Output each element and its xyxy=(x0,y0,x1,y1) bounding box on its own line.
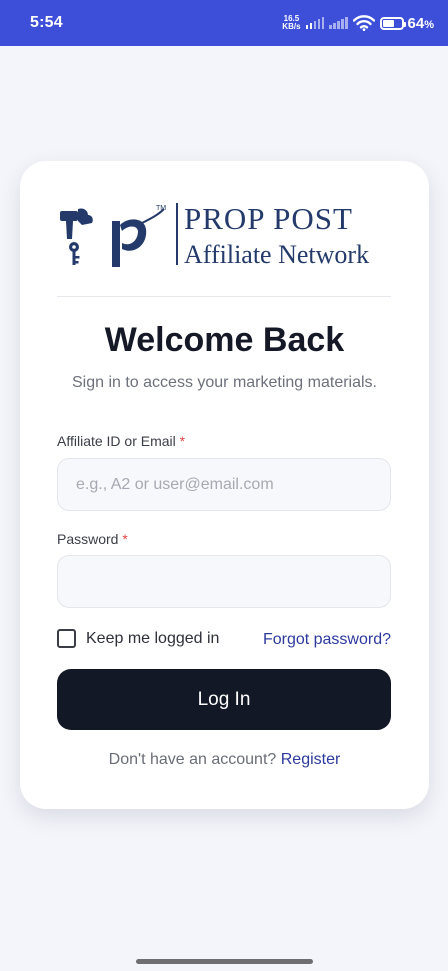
network-speed: 16.5 KB/s xyxy=(282,15,300,31)
password-input[interactable] xyxy=(57,555,391,608)
register-prompt: Don't have an account? xyxy=(108,751,277,768)
status-time: 5:54 xyxy=(30,14,63,31)
register-link[interactable]: Register xyxy=(281,751,341,768)
signal-2-icon xyxy=(329,17,348,29)
status-bar: 5:54 16.5 KB/s 64% xyxy=(0,0,448,46)
status-icons: 16.5 KB/s 64% xyxy=(282,15,434,32)
battery-percent: 64% xyxy=(407,14,434,32)
network-speed-unit: KB/s xyxy=(282,22,301,31)
wifi-icon xyxy=(352,15,375,31)
password-label: Password * xyxy=(57,531,128,547)
prop-post-logo: TM PROP POST Affiliate Network xyxy=(60,201,369,269)
remember-me-label[interactable]: Keep me logged in xyxy=(86,630,219,648)
battery-level-fill xyxy=(382,19,395,27)
brand-line-2: Affiliate Network xyxy=(184,240,369,269)
forgot-password-link[interactable]: Forgot password? xyxy=(263,631,391,649)
login-button[interactable]: Log In xyxy=(57,669,391,730)
signal-icon xyxy=(305,17,325,29)
affiliate-id-label: Affiliate ID or Email * xyxy=(57,433,186,449)
required-mark: * xyxy=(179,433,186,449)
affiliate-id-input[interactable] xyxy=(57,458,391,511)
remember-me-checkbox[interactable] xyxy=(57,629,76,648)
login-card: TM PROP POST Affiliate Network Welcome B… xyxy=(20,161,429,809)
home-indicator[interactable] xyxy=(136,959,313,964)
page-subtitle: Sign in to access your marketing materia… xyxy=(71,374,377,391)
required-mark: * xyxy=(122,531,128,547)
logo-divider xyxy=(57,296,391,297)
brand-line-1: PROP POST xyxy=(184,201,353,236)
trademark-mark: TM xyxy=(156,205,166,212)
register-row: Don't have an account? Register xyxy=(20,751,429,769)
remember-me[interactable]: Keep me logged in xyxy=(57,629,219,648)
hand-icon xyxy=(60,211,78,221)
battery-icon: 64% xyxy=(379,14,434,32)
page-title: Welcome Back xyxy=(104,321,345,359)
